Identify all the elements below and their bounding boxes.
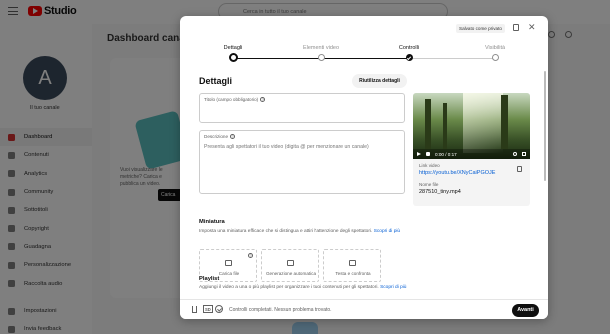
next-button[interactable]: Avanti bbox=[512, 304, 539, 317]
thumbnail-option-label: Generazione automatica bbox=[265, 271, 317, 276]
upload-details-dialog: Salvato come privato ✕ Dettagli Elementi … bbox=[180, 16, 548, 319]
video-time: 0:00 / 0:17 bbox=[435, 151, 457, 157]
step-done-icon bbox=[405, 54, 413, 61]
dialog-footer: SD Controlli completati. Nessun problema… bbox=[180, 299, 548, 319]
description-label-text: Descrizione bbox=[204, 134, 228, 139]
image-upload-icon bbox=[225, 260, 232, 266]
thumbnail-description-text: Imposta una miniatura efficace che si di… bbox=[199, 229, 373, 234]
file-name: 287510_tiny.mp4 bbox=[419, 189, 461, 195]
thumbnail-option-label: Testa e confronta bbox=[335, 271, 371, 276]
thumbnail-learn-more-link[interactable]: Scopri di più bbox=[374, 229, 400, 234]
section-title: Dettagli bbox=[199, 76, 233, 86]
step-controlli[interactable]: Controlli bbox=[379, 45, 439, 61]
upload-stepper: Dettagli Elementi video Controlli Visibilit… bbox=[224, 45, 505, 65]
step-dettagli[interactable]: Dettagli bbox=[203, 45, 263, 62]
quality-badge: SD bbox=[203, 305, 213, 313]
step-dot-icon bbox=[317, 54, 325, 61]
step-dot-icon bbox=[228, 53, 238, 62]
playlist-description-text: Aggiungi il video a una o più playlist p… bbox=[199, 285, 379, 290]
checks-status: Controlli completati. Nessun problema tr… bbox=[229, 306, 332, 313]
step-dot-icon bbox=[491, 54, 499, 61]
reuse-details-button[interactable]: Riutilizza dettagli bbox=[352, 74, 407, 88]
step-label: Elementi video bbox=[302, 45, 340, 51]
help-icon[interactable]: ? bbox=[248, 253, 253, 258]
video-link-label: Link video bbox=[419, 163, 440, 168]
description-field-label: Descrizione ? bbox=[204, 134, 235, 139]
play-icon[interactable] bbox=[417, 152, 421, 156]
copy-icon[interactable] bbox=[517, 166, 522, 172]
scrollbar[interactable] bbox=[544, 71, 546, 181]
details-form: Dettagli Riutilizza dettagli Titolo (cam… bbox=[180, 71, 548, 299]
title-label-text: Titolo (campo obbligatorio) bbox=[204, 97, 259, 102]
thumbnail-tree bbox=[501, 95, 508, 149]
help-icon[interactable]: ? bbox=[230, 134, 235, 139]
help-icon[interactable]: ? bbox=[260, 97, 266, 102]
thumbnail-tree bbox=[443, 103, 447, 149]
sparkle-icon bbox=[287, 260, 294, 266]
saved-status-badge: Salvato come privato bbox=[456, 24, 505, 33]
description-field[interactable]: Descrizione ? Presenta agli spettatori i… bbox=[199, 130, 405, 194]
title-field[interactable]: Titolo (campo obbligatorio) ? bbox=[199, 93, 405, 123]
thumbnail-description: Imposta una miniatura efficace che si di… bbox=[199, 228, 409, 235]
upload-icon bbox=[192, 306, 197, 313]
fullscreen-icon[interactable] bbox=[522, 152, 526, 156]
volume-icon[interactable] bbox=[426, 152, 430, 156]
step-label: Controlli bbox=[398, 45, 420, 51]
settings-icon[interactable] bbox=[513, 152, 517, 156]
step-visibilità[interactable]: Visibilità bbox=[465, 45, 525, 61]
report-issue-icon[interactable] bbox=[513, 24, 519, 31]
title-field-label: Titolo (campo obbligatorio) ? bbox=[204, 97, 266, 102]
file-name-label: Nome file bbox=[419, 182, 439, 187]
playlist-section-title: Playlist bbox=[199, 276, 220, 282]
video-thumbnail[interactable]: 0:00 / 0:17 bbox=[413, 93, 530, 159]
playlist-description: Aggiungi il video a una o più playlist p… bbox=[199, 284, 409, 291]
description-placeholder: Presenta agli spettatori il tuo video (d… bbox=[204, 144, 369, 150]
video-preview-card: 0:00 / 0:17 Link video https://youtu.be/… bbox=[413, 93, 530, 206]
test-compare-option[interactable]: Testa e confronta bbox=[323, 249, 381, 282]
playlist-learn-more-link[interactable]: Scopri di più bbox=[380, 285, 406, 290]
video-link[interactable]: https://youtu.be/XNyCaiPGOJE bbox=[419, 170, 495, 176]
thumbnail-section-title: Miniatura bbox=[199, 219, 225, 225]
step-elementi-video[interactable]: Elementi video bbox=[291, 45, 351, 61]
thumbnail-tree bbox=[425, 99, 431, 149]
ab-test-icon bbox=[349, 260, 356, 266]
close-icon[interactable]: ✕ bbox=[528, 22, 536, 32]
step-label: Visibilità bbox=[484, 45, 506, 51]
thumbnail-light bbox=[463, 93, 503, 153]
checks-complete-icon bbox=[215, 305, 223, 313]
video-controls: 0:00 / 0:17 bbox=[413, 149, 530, 159]
auto-thumbnail-option[interactable]: Generazione automatica bbox=[261, 249, 319, 282]
